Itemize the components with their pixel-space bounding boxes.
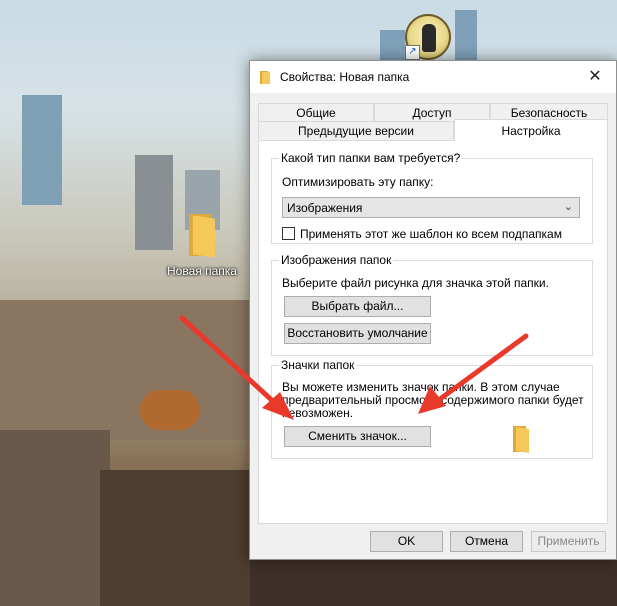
folder-type-group-title: Какой тип папки вам требуется? xyxy=(279,151,463,165)
folder-icons-description-line3: невозможен. xyxy=(282,406,354,420)
soldier-silhouette-icon xyxy=(422,24,436,52)
dialog-titlebar[interactable]: Свойства: Новая папка ✕ xyxy=(250,61,616,93)
folder-type-value: Изображения xyxy=(287,201,363,215)
wallpaper-building xyxy=(0,430,110,606)
tab-general[interactable]: Общие xyxy=(258,103,374,121)
restore-default-button[interactable]: Восстановить умолчание xyxy=(284,323,431,344)
tab-previous-versions[interactable]: Предыдущие версии xyxy=(258,121,454,139)
customize-tab-panel: Какой тип папки вам требуется? Оптимизир… xyxy=(258,140,608,524)
folder-type-select[interactable]: Изображения ⌄ xyxy=(282,197,580,218)
folder-icon xyxy=(260,71,270,84)
folder-icons-description-line1: Вы можете изменить значок папки. В этом … xyxy=(282,380,560,394)
ok-button[interactable]: OK xyxy=(370,531,443,552)
folder-properties-dialog: Свойства: Новая папка ✕ Общие Доступ Без… xyxy=(249,60,617,560)
choose-file-button[interactable]: Выбрать файл... xyxy=(284,296,431,317)
wallpaper-building xyxy=(250,560,617,606)
dialog-title: Свойства: Новая папка xyxy=(280,70,410,84)
shortcut-arrow-icon: ↗ xyxy=(405,45,420,60)
wallpaper-building xyxy=(22,95,62,205)
game-shortcut-icon[interactable]: ↗ xyxy=(405,14,451,60)
wallpaper-building xyxy=(100,470,250,606)
folder-pictures-group: Изображения папок Выберите файл рисунка … xyxy=(271,253,593,356)
folder-icons-group-title: Значки папок xyxy=(279,358,357,372)
apply-subfolders-label[interactable]: Применять этот же шаблон ко всем подпапк… xyxy=(300,227,562,241)
close-button[interactable]: ✕ xyxy=(574,61,616,93)
chevron-down-icon: ⌄ xyxy=(563,201,573,213)
folder-icon xyxy=(187,214,217,258)
tab-customize[interactable]: Настройка xyxy=(454,119,608,141)
wallpaper-building xyxy=(455,10,477,65)
folder-type-group: Какой тип папки вам требуется? Оптимизир… xyxy=(271,151,593,244)
change-icon-button[interactable]: Сменить значок... xyxy=(284,426,431,447)
desktop-folder[interactable]: Новая папка xyxy=(166,214,238,278)
cancel-button[interactable]: Отмена xyxy=(450,531,523,552)
wallpaper-building xyxy=(0,300,250,440)
optimize-label: Оптимизировать эту папку: xyxy=(282,175,434,189)
folder-icons-description-line2: предварительный просмотр содержимого пап… xyxy=(282,393,584,407)
folder-pictures-description: Выберите файл рисунка для значка этой па… xyxy=(282,276,549,290)
folder-icons-group: Значки папок Вы можете изменить значок п… xyxy=(271,358,593,459)
desktop-folder-label: Новая папка xyxy=(167,264,237,278)
wallpaper-building xyxy=(140,390,200,430)
folder-preview-icon xyxy=(512,426,530,453)
apply-subfolders-checkbox[interactable] xyxy=(282,227,295,240)
folder-pictures-group-title: Изображения папок xyxy=(279,253,394,267)
apply-button[interactable]: Применить xyxy=(531,531,606,552)
